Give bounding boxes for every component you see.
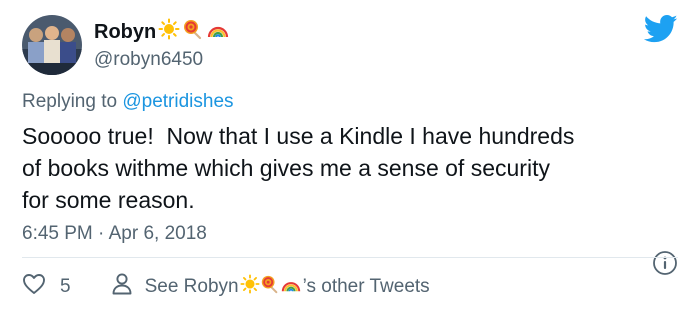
tweet-timestamp[interactable]: 6:45 PM · Apr 6, 2018 (22, 223, 207, 245)
display-name: Robyn (94, 21, 157, 43)
replying-to: Replying to @petridishes (22, 91, 234, 113)
like-button[interactable]: 5 (22, 273, 71, 301)
sun-emoji (240, 274, 260, 300)
tweet-text: Sooooo true! Now that I use a Kindle I h… (22, 123, 575, 213)
tweet-footer: 5 See Robyn ’s other Tweets (22, 271, 430, 303)
footer-divider (22, 257, 678, 258)
reply-mention-link[interactable]: @petridishes (122, 91, 233, 112)
user-names: Robyn @robyn6450 (94, 18, 230, 72)
see-prefix: See Robyn (144, 276, 239, 297)
rainbow-emoji (280, 274, 302, 300)
sun-emoji (158, 18, 180, 46)
person-icon (111, 272, 133, 302)
footer-name-emojis (240, 274, 302, 300)
user-handle[interactable]: @robyn6450 (94, 48, 230, 72)
tweet-header: Robyn @robyn6450 (22, 14, 230, 76)
rainbow-emoji (206, 18, 230, 46)
see-other-tweets-link[interactable]: See Robyn ’s other Tweets (111, 272, 430, 302)
tweet-card: Robyn @robyn6450 Replying to @petridishe… (0, 0, 700, 314)
like-count: 5 (60, 276, 71, 297)
see-other-tweets-text: See Robyn ’s other Tweets (145, 274, 430, 300)
lollipop-emoji (182, 18, 204, 46)
heart-icon (22, 273, 46, 301)
twitter-bird-icon[interactable] (643, 14, 678, 44)
lollipop-emoji (260, 274, 280, 300)
info-icon[interactable] (652, 250, 678, 276)
avatar[interactable] (22, 15, 82, 75)
see-suffix: ’s other Tweets (302, 276, 430, 297)
replying-prefix: Replying to (22, 91, 118, 112)
display-name-row[interactable]: Robyn (94, 18, 230, 46)
